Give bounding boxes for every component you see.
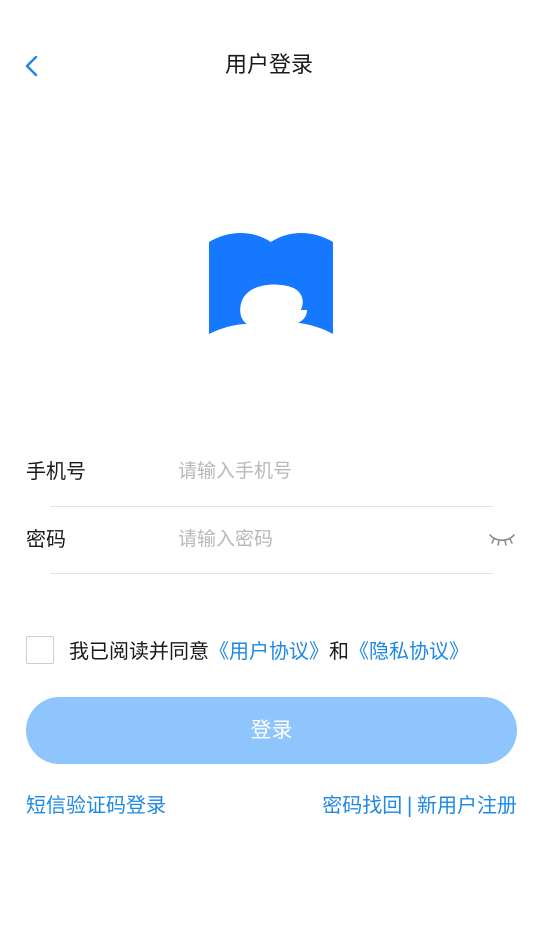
user-agreement-link[interactable]: 《用户协议》 bbox=[209, 639, 329, 663]
agreement-text: 我已阅读并同意《用户协议》和《隐私协议》 bbox=[69, 634, 469, 668]
password-visibility-toggle[interactable] bbox=[488, 526, 516, 552]
phone-input[interactable] bbox=[178, 452, 478, 490]
privacy-agreement-link[interactable]: 《隐私协议》 bbox=[349, 639, 469, 663]
header: 用户登录 bbox=[0, 38, 538, 94]
agreement-checkbox[interactable] bbox=[26, 636, 54, 664]
account-links: 密码找回 | 新用户注册 bbox=[322, 788, 517, 822]
agreement-prefix: 我已阅读并同意 bbox=[69, 639, 209, 663]
link-separator: | bbox=[406, 793, 413, 817]
password-label: 密码 bbox=[26, 527, 66, 551]
eye-closed-icon bbox=[489, 534, 515, 546]
login-page: 用户登录 手机号 密码 bbox=[0, 0, 538, 925]
register-link[interactable]: 新用户注册 bbox=[417, 793, 517, 817]
agreement-row: 我已阅读并同意《用户协议》和《隐私协议》 bbox=[26, 634, 526, 668]
password-input[interactable] bbox=[178, 520, 478, 558]
recover-password-link[interactable]: 密码找回 bbox=[322, 793, 402, 817]
page-title: 用户登录 bbox=[224, 53, 313, 78]
app-logo bbox=[207, 232, 335, 336]
back-button[interactable] bbox=[14, 48, 50, 84]
phone-row: 手机号 bbox=[26, 438, 516, 504]
agreement-conjunction: 和 bbox=[329, 639, 349, 663]
book-c-logo bbox=[209, 233, 333, 334]
password-row: 密码 bbox=[26, 506, 516, 572]
chevron-left-icon bbox=[25, 55, 38, 77]
login-button[interactable]: 登录 bbox=[26, 697, 517, 764]
phone-label: 手机号 bbox=[26, 459, 86, 483]
password-divider bbox=[50, 573, 493, 574]
sms-login-link[interactable]: 短信验证码登录 bbox=[26, 788, 166, 822]
